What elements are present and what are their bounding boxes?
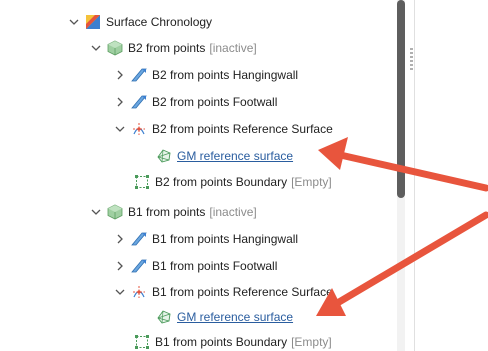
tree-node-b1-gm-reference-surface[interactable]: GM reference surface bbox=[156, 308, 293, 326]
tree-node-b1-footwall[interactable]: B1 from points Footwall bbox=[114, 257, 277, 275]
chevron-down-icon[interactable] bbox=[68, 16, 80, 28]
tree-node-b2-boundary[interactable]: B2 from points Boundary [Empty] bbox=[134, 173, 332, 191]
tree-node-label: B1 from points Footwall bbox=[152, 259, 278, 273]
tree-node-b2-gm-reference-surface[interactable]: GM reference surface bbox=[156, 147, 293, 165]
empty-tag: [Empty] bbox=[291, 175, 332, 189]
tree-node-b2-from-points[interactable]: B2 from points [inactive] bbox=[90, 39, 257, 57]
tree-node-b1-from-points[interactable]: B1 from points [inactive] bbox=[90, 203, 257, 221]
mesh-icon bbox=[156, 309, 172, 325]
chevron-down-icon[interactable] bbox=[90, 42, 102, 54]
gm-reference-surface-link[interactable]: GM reference surface bbox=[177, 149, 293, 163]
boundary-icon bbox=[134, 174, 150, 190]
chevron-right-icon[interactable] bbox=[114, 260, 126, 272]
tree-node-label: B1 from points Boundary bbox=[155, 335, 288, 349]
block-icon bbox=[107, 40, 123, 56]
tree-node-label: B1 from points bbox=[128, 205, 206, 219]
tree-node-label: B1 from points Reference Surface bbox=[152, 285, 333, 299]
tree-node-surface-chronology[interactable]: Surface Chronology bbox=[68, 13, 212, 31]
chevron-right-icon[interactable] bbox=[114, 69, 126, 81]
empty-tag: [Empty] bbox=[291, 335, 332, 349]
mesh-icon bbox=[156, 148, 172, 164]
tree-node-label: B2 from points bbox=[128, 41, 206, 55]
block-icon bbox=[107, 204, 123, 220]
chevron-down-icon[interactable] bbox=[114, 123, 126, 135]
reference-surface-icon bbox=[131, 284, 147, 300]
tree-node-label: B2 from points Hangingwall bbox=[152, 68, 299, 82]
gm-reference-surface-link[interactable]: GM reference surface bbox=[177, 310, 293, 324]
chevron-right-icon[interactable] bbox=[114, 233, 126, 245]
chevron-down-icon[interactable] bbox=[114, 286, 126, 298]
surface-icon bbox=[131, 258, 147, 274]
tree-node-b1-boundary[interactable]: B1 from points Boundary [Empty] bbox=[134, 333, 332, 351]
tree-node-b2-hangingwall[interactable]: B2 from points Hangingwall bbox=[114, 66, 298, 84]
vertical-scrollbar[interactable] bbox=[397, 0, 405, 351]
chevron-down-icon[interactable] bbox=[90, 206, 102, 218]
splitter-handle[interactable] bbox=[410, 48, 413, 70]
tree-node-label: Surface Chronology bbox=[106, 15, 213, 29]
tree-node-label: B2 from points Boundary bbox=[155, 175, 288, 189]
reference-surface-icon bbox=[131, 121, 147, 137]
surface-icon bbox=[131, 67, 147, 83]
project-tree: Surface Chronology B2 from points [inact… bbox=[0, 0, 400, 351]
panel-divider bbox=[414, 0, 415, 351]
tree-node-label: B1 from points Hangingwall bbox=[152, 232, 299, 246]
inactive-tag: [inactive] bbox=[209, 205, 257, 219]
tree-node-label: B2 from points Reference Surface bbox=[152, 122, 333, 136]
scrollbar-thumb[interactable] bbox=[397, 0, 405, 198]
tree-node-b1-reference-surface[interactable]: B1 from points Reference Surface bbox=[114, 283, 333, 301]
tree-node-b1-hangingwall[interactable]: B1 from points Hangingwall bbox=[114, 230, 298, 248]
inactive-tag: [inactive] bbox=[209, 41, 257, 55]
tree-node-b2-reference-surface[interactable]: B2 from points Reference Surface bbox=[114, 120, 333, 138]
surface-icon bbox=[131, 231, 147, 247]
boundary-icon bbox=[134, 334, 150, 350]
tree-node-label: B2 from points Footwall bbox=[152, 95, 278, 109]
tree-node-b2-footwall[interactable]: B2 from points Footwall bbox=[114, 93, 277, 111]
chronology-icon bbox=[85, 14, 101, 30]
surface-icon bbox=[131, 94, 147, 110]
chevron-right-icon[interactable] bbox=[114, 96, 126, 108]
